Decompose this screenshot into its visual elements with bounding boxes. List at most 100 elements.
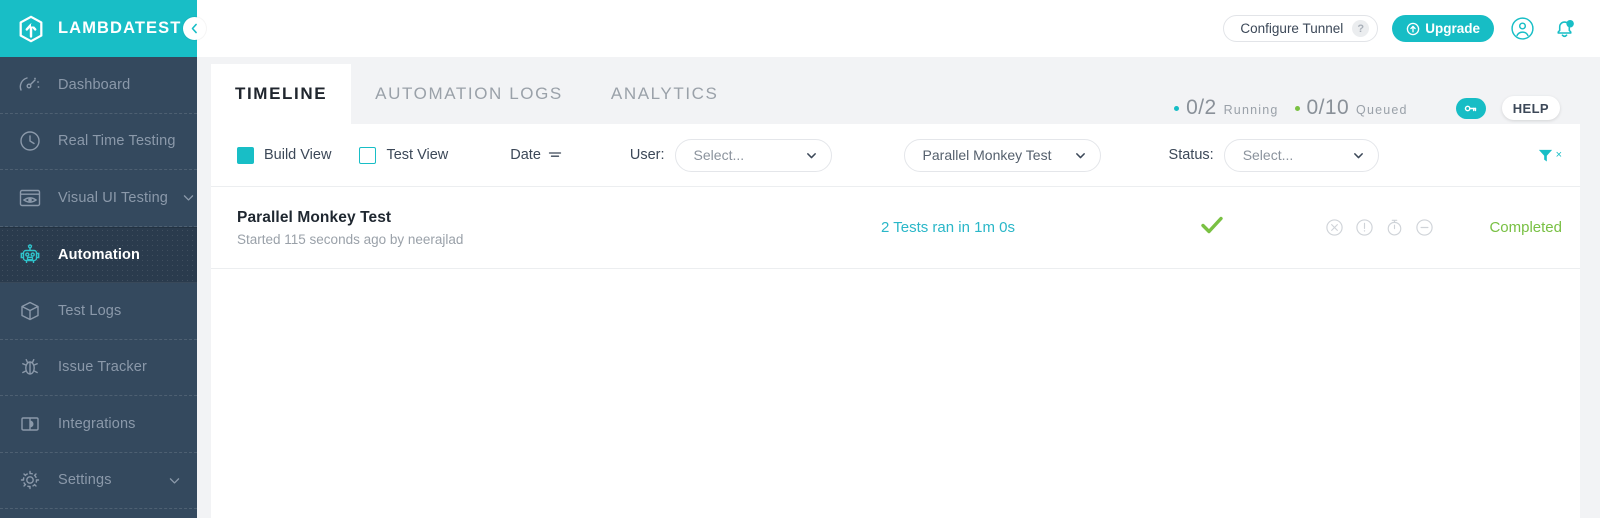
clock-icon <box>16 127 44 155</box>
sidebar-item-label: Test Logs <box>58 303 121 319</box>
build-select-value: Parallel Monkey Test <box>923 147 1074 163</box>
clear-filter-close-icon: × <box>1556 149 1562 161</box>
running-count: 0/2 <box>1186 96 1216 120</box>
sidebar-item-dashboard[interactable]: Dashboard <box>0 57 197 114</box>
build-status-icons <box>1325 218 1434 237</box>
configure-tunnel-label: Configure Tunnel <box>1240 21 1343 36</box>
user-select-value: Select... <box>694 147 805 163</box>
sidebar: LAMBDATEST Dashboard <box>0 0 197 518</box>
robot-icon <box>16 241 44 269</box>
user-filter-label: User: <box>630 147 665 163</box>
sidebar-item-real-time-testing[interactable]: Real Time Testing <box>0 114 197 171</box>
date-sort-button[interactable]: Date <box>510 147 562 163</box>
app-root: LAMBDATEST Dashboard <box>0 0 1600 518</box>
chevron-down-icon[interactable] <box>168 474 181 487</box>
tab-automation-logs[interactable]: AUTOMATION LOGS <box>351 64 587 124</box>
brand-name: LAMBDATEST <box>58 19 181 38</box>
brand-header[interactable]: LAMBDATEST <box>0 0 197 57</box>
sidebar-item-label: Automation <box>58 247 140 263</box>
tab-bar: TIMELINE AUTOMATION LOGS ANALYTICS 0/2 R… <box>211 64 1580 124</box>
bell-icon[interactable] <box>1550 15 1578 43</box>
sidebar-item-label: Real Time Testing <box>58 133 176 149</box>
help-button[interactable]: HELP <box>1502 96 1560 120</box>
stat-queued: 0/10 Queued <box>1295 96 1408 120</box>
funnel-icon <box>1537 147 1554 164</box>
upgrade-button[interactable]: Upgrade <box>1392 15 1494 42</box>
sidebar-item-settings[interactable]: Settings <box>0 453 197 510</box>
question-mark-icon[interactable]: ? <box>1352 20 1369 37</box>
status-select[interactable]: Select... <box>1224 139 1379 172</box>
bug-icon <box>16 353 44 381</box>
browser-eye-icon <box>16 184 44 212</box>
puzzle-circle-icon <box>16 410 44 438</box>
sort-filter-icon <box>548 149 562 161</box>
running-label: Running <box>1224 103 1279 117</box>
sidebar-collapse-button[interactable] <box>183 17 206 40</box>
build-tests-summary[interactable]: 2 Tests ran in 1m 0s <box>881 219 1015 236</box>
date-label: Date <box>510 147 541 163</box>
error-circle-exclamation-icon[interactable] <box>1355 218 1374 237</box>
status-select-value: Select... <box>1243 147 1352 163</box>
configure-tunnel-button[interactable]: Configure Tunnel ? <box>1223 15 1378 42</box>
green-check-icon <box>1199 212 1225 243</box>
sidebar-nav: Dashboard Real Time Testing <box>0 57 197 509</box>
sidebar-item-visual-ui-testing[interactable]: Visual UI Testing <box>0 170 197 227</box>
tab-label: TIMELINE <box>235 84 327 104</box>
checkbox-box-icon <box>359 147 376 164</box>
tab-bar-right: 0/2 Running 0/10 Queued <box>1174 96 1580 124</box>
sidebar-item-integrations[interactable]: Integrations <box>0 396 197 453</box>
chevron-down-icon <box>1352 149 1365 162</box>
checkbox-box-icon <box>237 147 254 164</box>
tab-label: ANALYTICS <box>611 84 719 104</box>
build-info: Parallel Monkey Test Started 115 seconds… <box>237 209 463 247</box>
queued-label: Queued <box>1356 103 1408 117</box>
chevron-down-icon <box>1074 149 1087 162</box>
timeout-stopwatch-icon[interactable] <box>1385 218 1404 237</box>
failed-circle-x-icon[interactable] <box>1325 218 1344 237</box>
build-view-label: Build View <box>264 147 331 163</box>
key-icon[interactable] <box>1456 98 1486 119</box>
ignored-circle-minus-icon[interactable] <box>1415 218 1434 237</box>
box-icon <box>16 297 44 325</box>
test-view-label: Test View <box>386 147 448 163</box>
sidebar-item-test-logs[interactable]: Test Logs <box>0 283 197 340</box>
speedometer-icon <box>16 71 44 99</box>
queued-count: 0/10 <box>1307 96 1349 120</box>
empty-content-area <box>211 269 1580 518</box>
sidebar-item-label: Dashboard <box>58 77 130 93</box>
sidebar-item-label: Visual UI Testing <box>58 190 168 206</box>
top-bar: Configure Tunnel ? Upgrade <box>197 0 1600 57</box>
user-avatar-icon[interactable] <box>1508 15 1536 43</box>
build-name: Parallel Monkey Test <box>237 209 463 227</box>
build-view-checkbox[interactable]: Build View <box>237 147 331 164</box>
sidebar-item-issue-tracker[interactable]: Issue Tracker <box>0 340 197 397</box>
tab-analytics[interactable]: ANALYTICS <box>587 64 743 124</box>
running-dot-icon <box>1174 106 1179 111</box>
build-row-inner: Parallel Monkey Test Started 115 seconds… <box>237 209 1562 247</box>
filter-bar: Build View Test View Date User: <box>211 124 1580 187</box>
queued-dot-icon <box>1295 106 1300 111</box>
chevron-down-icon[interactable] <box>182 191 195 204</box>
main-area: Configure Tunnel ? Upgrade <box>197 0 1600 518</box>
chevron-down-icon <box>805 149 818 162</box>
up-arrow-circle-icon <box>1406 22 1420 36</box>
user-select[interactable]: Select... <box>675 139 832 172</box>
lambdatest-hexagon-logo-icon <box>16 14 46 44</box>
sidebar-item-label: Issue Tracker <box>58 359 147 375</box>
upgrade-label: Upgrade <box>1425 21 1480 36</box>
build-select[interactable]: Parallel Monkey Test <box>904 139 1101 172</box>
tab-timeline[interactable]: TIMELINE <box>211 64 351 124</box>
content-card: TIMELINE AUTOMATION LOGS ANALYTICS 0/2 R… <box>211 64 1580 518</box>
status-filter-label: Status: <box>1169 147 1214 163</box>
sidebar-item-automation[interactable]: Automation <box>0 227 197 284</box>
build-subtitle: Started 115 seconds ago by neerajlad <box>237 232 463 247</box>
tab-label: AUTOMATION LOGS <box>375 84 563 104</box>
build-status-label: Completed <box>1489 219 1562 236</box>
sidebar-item-label: Integrations <box>58 416 136 432</box>
help-label: HELP <box>1513 101 1549 116</box>
clear-filters-button[interactable]: × <box>1537 147 1562 164</box>
build-row[interactable]: Parallel Monkey Test Started 115 seconds… <box>211 187 1580 269</box>
gear-icon <box>16 466 44 494</box>
stat-running: 0/2 Running <box>1174 96 1278 120</box>
test-view-checkbox[interactable]: Test View <box>359 147 448 164</box>
